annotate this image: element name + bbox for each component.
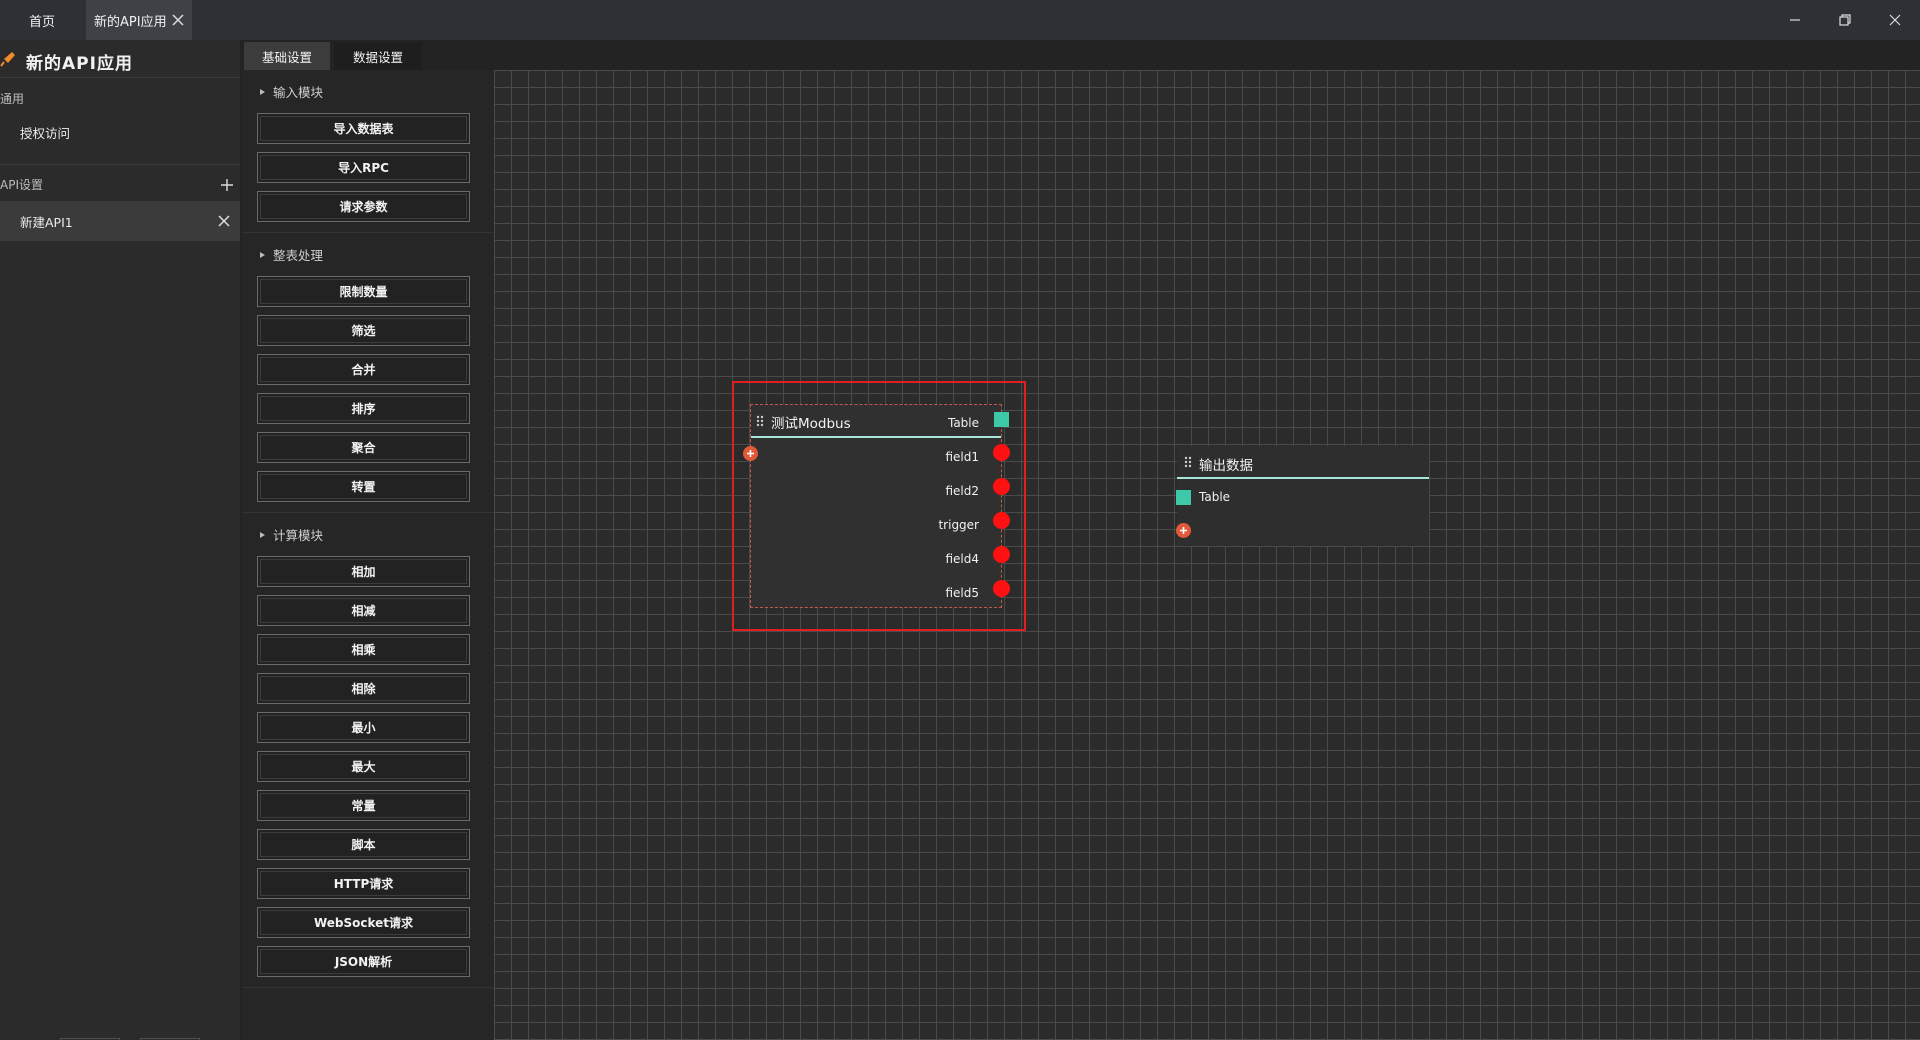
tab-home-label: 首页	[28, 14, 55, 30]
app-name: 新的API应用	[26, 54, 133, 74]
output-label-field4: field4	[945, 552, 979, 566]
app-header: 新的API应用	[0, 40, 240, 78]
module-button[interactable]: 排序	[257, 393, 470, 424]
expand-triangle-icon	[260, 251, 265, 258]
add-api-button[interactable]	[218, 176, 236, 194]
output-label-field5: field5	[945, 586, 979, 600]
title-bar: 首页 新的API应用	[0, 0, 1920, 40]
tab-basic-settings[interactable]: 基础设置	[244, 42, 330, 70]
flow-canvas[interactable]: 测试Modbus Table field1 field2 trigger fie…	[494, 70, 1920, 1040]
node-header[interactable]: 输出数据	[1177, 446, 1429, 478]
module-button[interactable]: 相减	[257, 595, 470, 626]
rocket-icon	[0, 52, 15, 67]
input-port-table[interactable]	[1176, 490, 1191, 505]
close-icon[interactable]	[170, 12, 186, 28]
module-palette: 输入模块 导入数据表 导入RPC 请求参数 整表处理 限制数量 筛选 合并 排序…	[242, 70, 494, 1040]
node-modbus[interactable]: 测试Modbus Table field1 field2 trigger fie…	[750, 404, 1002, 608]
module-button[interactable]: 相除	[257, 673, 470, 704]
module-button[interactable]: 常量	[257, 790, 470, 821]
output-label-field1: field1	[945, 450, 979, 464]
module-button[interactable]: 相乘	[257, 634, 470, 665]
node-output[interactable]: 输出数据 Table	[1177, 446, 1429, 546]
header-underline	[1177, 477, 1429, 479]
group-title-input[interactable]: 输入模块	[260, 82, 323, 101]
group-title-label: 计算模块	[273, 528, 324, 543]
restore-button[interactable]	[1820, 0, 1870, 40]
node-title: 输出数据	[1199, 458, 1253, 474]
sidebar-item-label: 新建API1	[20, 214, 73, 230]
module-button[interactable]: 最大	[257, 751, 470, 782]
output-port-field5[interactable]	[993, 580, 1010, 597]
group-title-label: 输入模块	[273, 85, 324, 100]
divider	[0, 164, 240, 165]
module-button[interactable]: 相加	[257, 556, 470, 587]
output-label-trigger: trigger	[938, 518, 979, 532]
section-api-label: API设置	[0, 178, 43, 192]
drag-handle-icon[interactable]	[755, 414, 765, 428]
tab-app-label: 新的API应用	[94, 14, 167, 30]
module-button[interactable]: 聚合	[257, 432, 470, 463]
input-label-table: Table	[1199, 490, 1231, 504]
plus-icon	[747, 450, 754, 457]
divider	[242, 512, 494, 513]
divider	[242, 987, 494, 988]
settings-tabs: 基础设置 数据设置	[242, 40, 1920, 70]
expand-triangle-icon	[260, 531, 265, 538]
tab-data-settings[interactable]: 数据设置	[334, 42, 422, 70]
module-button[interactable]: 脚本	[257, 829, 470, 860]
module-button[interactable]: 限制数量	[257, 276, 470, 307]
drag-handle-icon[interactable]	[1183, 455, 1193, 469]
module-button[interactable]: 筛选	[257, 315, 470, 346]
minimize-button[interactable]	[1770, 0, 1820, 40]
output-port-table[interactable]	[994, 412, 1009, 427]
output-label-field2: field2	[945, 484, 979, 498]
header-underline	[751, 436, 1001, 438]
output-port-field4[interactable]	[993, 546, 1010, 563]
module-button[interactable]: 合并	[257, 354, 470, 385]
divider	[242, 232, 494, 233]
sidebar: 新的API应用 通用 授权访问 API设置 新建API1 保存 启动	[0, 40, 240, 1040]
output-port-field2[interactable]	[993, 478, 1010, 495]
group-title-table[interactable]: 整表处理	[260, 245, 323, 264]
module-button[interactable]: 最小	[257, 712, 470, 743]
restore-icon	[1839, 14, 1851, 26]
module-button[interactable]: 请求参数	[257, 191, 470, 222]
sidebar-item-auth[interactable]: 授权访问	[0, 112, 240, 152]
group-title-compute[interactable]: 计算模块	[260, 525, 323, 544]
close-icon	[1889, 14, 1901, 26]
add-input-button[interactable]	[1176, 523, 1191, 538]
close-icon[interactable]	[216, 213, 232, 229]
module-button[interactable]: 转置	[257, 471, 470, 502]
plus-icon	[1180, 527, 1187, 534]
sidebar-item-label: 授权访问	[20, 125, 71, 141]
group-title-label: 整表处理	[273, 248, 324, 263]
tab-home[interactable]: 首页	[0, 0, 84, 40]
module-button[interactable]: 导入数据表	[257, 113, 470, 144]
module-button[interactable]: 导入RPC	[257, 152, 470, 183]
module-button[interactable]: WebSocket请求	[257, 907, 470, 938]
section-general-label: 通用	[0, 92, 25, 106]
add-input-button[interactable]	[743, 446, 758, 461]
tab-app[interactable]: 新的API应用	[86, 0, 192, 40]
minimize-icon	[1790, 19, 1800, 21]
module-button[interactable]: JSON解析	[257, 946, 470, 977]
node-title: 测试Modbus	[771, 416, 851, 432]
module-button[interactable]: HTTP请求	[257, 868, 470, 899]
output-label-table: Table	[947, 416, 979, 430]
window-close-button[interactable]	[1870, 0, 1920, 40]
output-port-trigger[interactable]	[993, 512, 1010, 529]
expand-triangle-icon	[260, 88, 265, 95]
output-port-field1[interactable]	[993, 444, 1010, 461]
sidebar-item-new-api1[interactable]: 新建API1	[0, 201, 240, 241]
